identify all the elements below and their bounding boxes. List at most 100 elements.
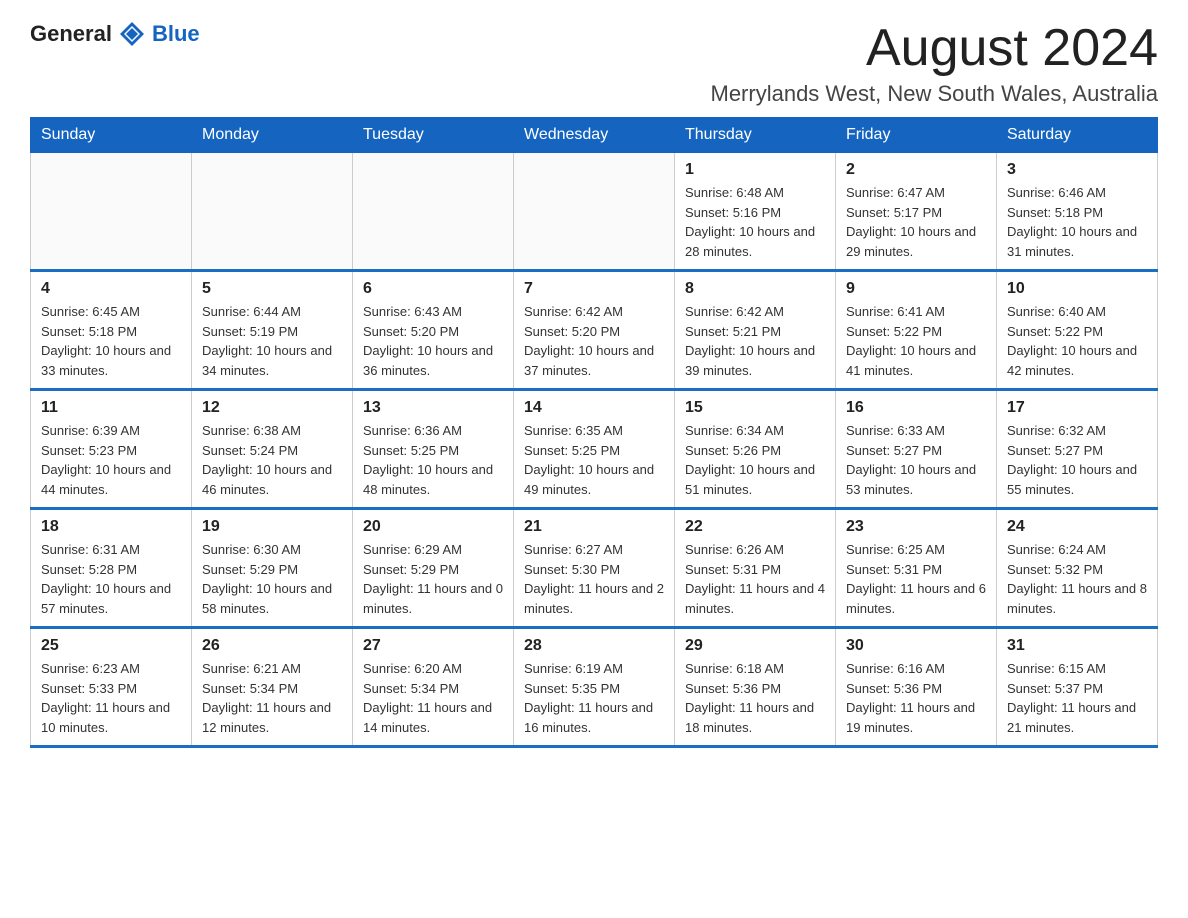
day-info: Sunrise: 6:24 AMSunset: 5:32 PMDaylight:… (1007, 540, 1147, 618)
day-info: Sunrise: 6:26 AMSunset: 5:31 PMDaylight:… (685, 540, 825, 618)
day-number: 9 (846, 280, 986, 298)
day-number: 26 (202, 637, 342, 655)
day-info: Sunrise: 6:48 AMSunset: 5:16 PMDaylight:… (685, 183, 825, 261)
day-info: Sunrise: 6:42 AMSunset: 5:20 PMDaylight:… (524, 302, 664, 380)
day-number: 14 (524, 399, 664, 417)
day-number: 21 (524, 518, 664, 536)
day-info: Sunrise: 6:45 AMSunset: 5:18 PMDaylight:… (41, 302, 181, 380)
day-info: Sunrise: 6:16 AMSunset: 5:36 PMDaylight:… (846, 659, 986, 737)
day-info: Sunrise: 6:15 AMSunset: 5:37 PMDaylight:… (1007, 659, 1147, 737)
calendar-cell (192, 153, 353, 271)
calendar-cell: 9Sunrise: 6:41 AMSunset: 5:22 PMDaylight… (836, 271, 997, 390)
header-day-saturday: Saturday (997, 118, 1158, 153)
calendar-week-4: 18 Sunrise: 6:31 AMSunset: 5:28 PMDayligh… (31, 509, 1158, 628)
day-number: 27 (363, 637, 503, 655)
header-day-wednesday: Wednesday (514, 118, 675, 153)
day-number: 5 (202, 280, 342, 298)
header-day-friday: Friday (836, 118, 997, 153)
day-info: Sunrise: 6:39 AMSunset: 5:23 PMDaylight:… (41, 421, 181, 499)
calendar-cell: 23Sunrise: 6:25 AMSunset: 5:31 PMDayligh… (836, 509, 997, 628)
day-info: Sunrise: 6:19 AMSunset: 5:35 PMDaylight:… (524, 659, 664, 737)
day-info: Sunrise: 6:27 AMSunset: 5:30 PMDaylight:… (524, 540, 664, 618)
day-number: 17 (1007, 399, 1147, 417)
location-title: Merrylands West, New South Wales, Austra… (711, 81, 1159, 107)
calendar-cell (31, 153, 192, 271)
logo-text-blue: Blue (152, 21, 200, 47)
day-number: 3 (1007, 161, 1147, 179)
day-info: Sunrise: 6:35 AMSunset: 5:25 PMDaylight:… (524, 421, 664, 499)
calendar-cell: 22 Sunrise: 6:26 AMSunset: 5:31 PMDayligh… (675, 509, 836, 628)
header-day-thursday: Thursday (675, 118, 836, 153)
calendar-cell: 11 Sunrise: 6:39 AMSunset: 5:23 PMDayligh… (31, 390, 192, 509)
day-info: Sunrise: 6:43 AMSunset: 5:20 PMDaylight:… (363, 302, 503, 380)
calendar-cell: 26 Sunrise: 6:21 AMSunset: 5:34 PMDayligh… (192, 628, 353, 747)
title-block: August 2024 Merrylands West, New South W… (711, 20, 1159, 107)
day-number: 15 (685, 399, 825, 417)
day-info: Sunrise: 6:31 AMSunset: 5:28 PMDaylight:… (41, 540, 181, 618)
day-number: 12 (202, 399, 342, 417)
header-day-tuesday: Tuesday (353, 118, 514, 153)
day-number: 16 (846, 399, 986, 417)
day-info: Sunrise: 6:34 AMSunset: 5:26 PMDaylight:… (685, 421, 825, 499)
calendar-cell: 2 Sunrise: 6:47 AMSunset: 5:17 PMDaylight… (836, 153, 997, 271)
day-info: Sunrise: 6:18 AMSunset: 5:36 PMDaylight:… (685, 659, 825, 737)
day-number: 30 (846, 637, 986, 655)
day-info: Sunrise: 6:40 AMSunset: 5:22 PMDaylight:… (1007, 302, 1147, 380)
header-day-monday: Monday (192, 118, 353, 153)
calendar-cell: 4 Sunrise: 6:45 AMSunset: 5:18 PMDaylight… (31, 271, 192, 390)
day-number: 4 (41, 280, 181, 298)
day-number: 31 (1007, 637, 1147, 655)
calendar-cell: 29 Sunrise: 6:18 AMSunset: 5:36 PMDayligh… (675, 628, 836, 747)
day-info: Sunrise: 6:21 AMSunset: 5:34 PMDaylight:… (202, 659, 342, 737)
calendar-week-5: 25Sunrise: 6:23 AMSunset: 5:33 PMDayligh… (31, 628, 1158, 747)
day-number: 2 (846, 161, 986, 179)
day-number: 29 (685, 637, 825, 655)
header-row: SundayMondayTuesdayWednesdayThursdayFrid… (31, 118, 1158, 153)
calendar-cell: 25Sunrise: 6:23 AMSunset: 5:33 PMDayligh… (31, 628, 192, 747)
day-info: Sunrise: 6:32 AMSunset: 5:27 PMDaylight:… (1007, 421, 1147, 499)
header-day-sunday: Sunday (31, 118, 192, 153)
calendar-cell: 16 Sunrise: 6:33 AMSunset: 5:27 PMDayligh… (836, 390, 997, 509)
calendar-cell (514, 153, 675, 271)
calendar-cell: 12 Sunrise: 6:38 AMSunset: 5:24 PMDayligh… (192, 390, 353, 509)
day-info: Sunrise: 6:42 AMSunset: 5:21 PMDaylight:… (685, 302, 825, 380)
calendar-cell (353, 153, 514, 271)
day-number: 1 (685, 161, 825, 179)
day-info: Sunrise: 6:47 AMSunset: 5:17 PMDaylight:… (846, 183, 986, 261)
day-number: 6 (363, 280, 503, 298)
calendar-cell: 30 Sunrise: 6:16 AMSunset: 5:36 PMDayligh… (836, 628, 997, 747)
logo-icon (118, 20, 146, 48)
day-info: Sunrise: 6:29 AMSunset: 5:29 PMDaylight:… (363, 540, 503, 618)
calendar-cell: 19 Sunrise: 6:30 AMSunset: 5:29 PMDayligh… (192, 509, 353, 628)
day-number: 20 (363, 518, 503, 536)
calendar-cell: 21 Sunrise: 6:27 AMSunset: 5:30 PMDayligh… (514, 509, 675, 628)
day-number: 18 (41, 518, 181, 536)
day-info: Sunrise: 6:36 AMSunset: 5:25 PMDaylight:… (363, 421, 503, 499)
calendar-cell: 3 Sunrise: 6:46 AMSunset: 5:18 PMDaylight… (997, 153, 1158, 271)
page-header: General Blue August 2024 Merrylands West… (30, 20, 1158, 107)
calendar-cell: 6 Sunrise: 6:43 AMSunset: 5:20 PMDaylight… (353, 271, 514, 390)
day-info: Sunrise: 6:33 AMSunset: 5:27 PMDaylight:… (846, 421, 986, 499)
day-number: 8 (685, 280, 825, 298)
day-number: 10 (1007, 280, 1147, 298)
calendar-table: SundayMondayTuesdayWednesdayThursdayFrid… (30, 117, 1158, 748)
calendar-cell: 18 Sunrise: 6:31 AMSunset: 5:28 PMDayligh… (31, 509, 192, 628)
day-number: 22 (685, 518, 825, 536)
calendar-week-2: 4 Sunrise: 6:45 AMSunset: 5:18 PMDaylight… (31, 271, 1158, 390)
calendar-cell: 20 Sunrise: 6:29 AMSunset: 5:29 PMDayligh… (353, 509, 514, 628)
calendar-cell: 13Sunrise: 6:36 AMSunset: 5:25 PMDayligh… (353, 390, 514, 509)
day-info: Sunrise: 6:23 AMSunset: 5:33 PMDaylight:… (41, 659, 181, 737)
day-info: Sunrise: 6:44 AMSunset: 5:19 PMDaylight:… (202, 302, 342, 380)
day-number: 11 (41, 399, 181, 417)
month-title: August 2024 (711, 20, 1159, 77)
logo-text-general: General (30, 21, 112, 47)
day-info: Sunrise: 6:30 AMSunset: 5:29 PMDaylight:… (202, 540, 342, 618)
day-number: 23 (846, 518, 986, 536)
calendar-cell: 1 Sunrise: 6:48 AMSunset: 5:16 PMDaylight… (675, 153, 836, 271)
day-info: Sunrise: 6:46 AMSunset: 5:18 PMDaylight:… (1007, 183, 1147, 261)
calendar-cell: 31 Sunrise: 6:15 AMSunset: 5:37 PMDayligh… (997, 628, 1158, 747)
calendar-cell: 15 Sunrise: 6:34 AMSunset: 5:26 PMDayligh… (675, 390, 836, 509)
day-number: 19 (202, 518, 342, 536)
day-info: Sunrise: 6:20 AMSunset: 5:34 PMDaylight:… (363, 659, 503, 737)
day-info: Sunrise: 6:38 AMSunset: 5:24 PMDaylight:… (202, 421, 342, 499)
